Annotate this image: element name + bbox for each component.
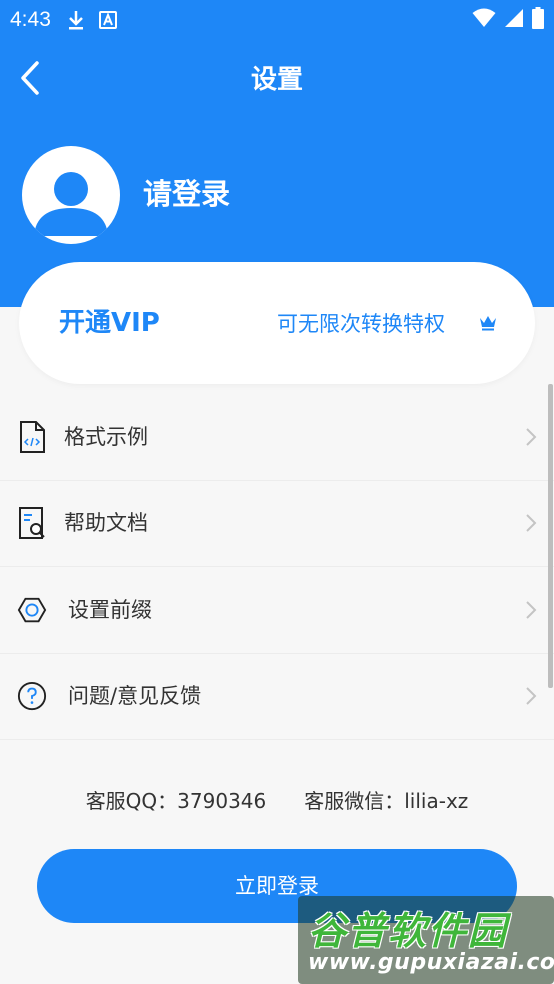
menu-item-feedback[interactable]: 问题/意见反馈 (0, 654, 554, 740)
watermark: 谷普软件园 www.gupuxiazai.com (298, 896, 554, 984)
menu-item-label: 帮助文档 (64, 511, 148, 536)
menu-item-label: 格式示例 (64, 424, 148, 449)
menu-item-label: 问题/意见反馈 (68, 684, 202, 709)
vip-title: 开通VIP (59, 308, 160, 338)
menu-item-set-prefix[interactable]: 设置前缀 (0, 567, 554, 654)
customer-service-wechat: 客服微信：lilia-xz (304, 789, 469, 813)
code-file-icon (17, 420, 47, 454)
chevron-right-icon (524, 600, 538, 620)
watermark-url: www.gupuxiazai.com (308, 950, 554, 975)
menu-item-help-docs[interactable]: 帮助文档 (0, 481, 554, 567)
scroll-indicator[interactable] (548, 384, 553, 688)
wifi-icon (472, 8, 496, 32)
menu-item-format-examples[interactable]: 格式示例 (0, 394, 554, 481)
customer-service-qq: 客服QQ：3790346 (85, 789, 267, 813)
watermark-brand: 谷普软件园 (308, 909, 509, 953)
crown-icon (479, 314, 497, 332)
download-icon (67, 10, 85, 30)
chevron-right-icon (524, 513, 538, 533)
text-a-icon (98, 11, 117, 29)
settings-menu: 格式示例 帮助文档 设置前缀 问题/意见反馈 (0, 394, 554, 740)
chevron-right-icon (524, 686, 538, 706)
vip-description: 可无限次转换特权 (277, 312, 445, 336)
battery-icon (532, 7, 544, 33)
contact-info: 客服QQ：3790346 客服微信：lilia-xz (0, 784, 554, 818)
avatar[interactable] (22, 146, 120, 244)
page-title: 设置 (250, 65, 303, 95)
document-search-icon (17, 506, 47, 540)
signal-icon (504, 8, 524, 32)
status-time: 4:43 (10, 8, 51, 31)
status-bar: 4:43 (0, 0, 554, 40)
menu-item-label: 设置前缀 (68, 597, 152, 622)
hexagon-icon (17, 593, 47, 627)
login-prompt[interactable]: 请登录 (143, 174, 230, 214)
vip-card[interactable]: 开通VIP 可无限次转换特权 (19, 262, 535, 384)
question-circle-icon (17, 679, 47, 713)
chevron-right-icon (524, 427, 538, 447)
